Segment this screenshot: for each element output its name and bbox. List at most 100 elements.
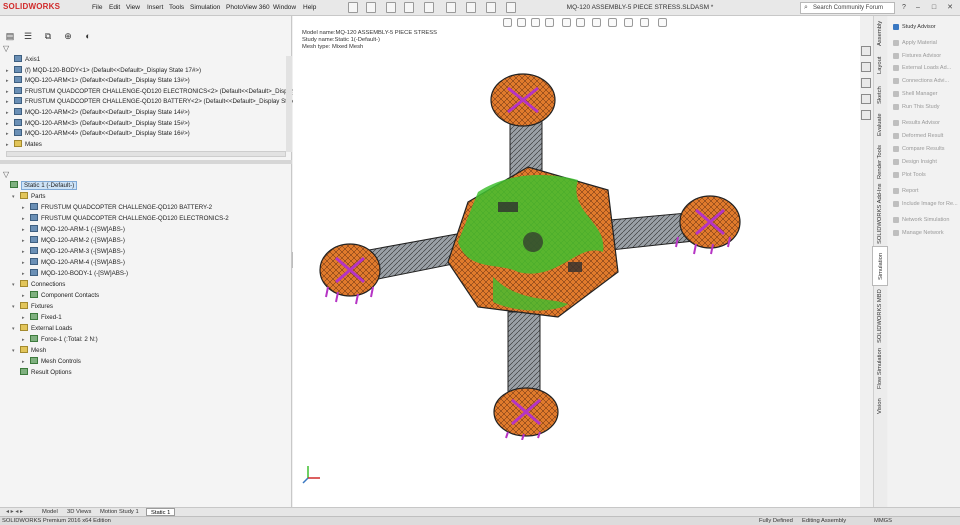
quadcopter-mesh-model[interactable]: [318, 72, 750, 440]
expand-arrow-icon[interactable]: ▸: [22, 203, 30, 213]
display-style-icon[interactable]: [576, 18, 585, 27]
study-tree-item[interactable]: Result Options: [12, 368, 72, 378]
expand-arrow-icon[interactable]: ▾: [12, 346, 20, 356]
zoom-to-area-icon[interactable]: [517, 18, 526, 27]
file-properties-icon[interactable]: [486, 2, 496, 13]
expand-arrow-icon[interactable]: ▸: [6, 108, 14, 118]
study-tree-item[interactable]: ▾ External Loads: [12, 324, 72, 334]
print-icon[interactable]: [404, 2, 414, 13]
menu-photoview-360[interactable]: PhotoView 360: [226, 4, 270, 11]
study-tree-item[interactable]: ▸ FRUSTUM QUADCOPTER CHALLENGE-QD120 BATT…: [22, 203, 212, 213]
feature-tree-item[interactable]: ▸ FRUSTUM QUADCOPTER CHALLENGE-QD120 ELEC…: [6, 86, 301, 97]
feature-tree-item[interactable]: ▸ MQD-120-ARM<3> (Default<<Default>_Displ…: [6, 118, 190, 129]
study-advisor-item[interactable]: Apply Material: [902, 38, 960, 48]
menu-tools[interactable]: Tools: [169, 4, 184, 11]
tab-model[interactable]: Model: [38, 508, 62, 516]
feature-tree-scrollbar[interactable]: [286, 56, 292, 152]
expand-arrow-icon[interactable]: ▸: [6, 87, 14, 97]
study-advisor-item[interactable]: Plot Tools: [902, 170, 960, 180]
dimxpert-tab-icon[interactable]: ⊕: [62, 30, 74, 42]
expand-arrow-icon[interactable]: ▸: [22, 313, 30, 323]
tab-3d-views[interactable]: 3D Views: [63, 508, 95, 516]
feature-tree-item[interactable]: ▸ MQD-120-ARM<1> (Default<<Default>_Displ…: [6, 76, 190, 86]
feature-tree-item[interactable]: ▸ (f) MQD-120-BODY<1> (Default<<Default>_…: [6, 65, 201, 76]
view-palette-icon[interactable]: [861, 94, 871, 104]
expand-arrow-icon[interactable]: ▸: [22, 236, 30, 246]
study-advisor-item[interactable]: Deformed Result: [902, 131, 960, 141]
study-advisor-item[interactable]: Design Insight: [902, 157, 960, 167]
study-tree-item[interactable]: ▸ MQD-120-ARM-3 (-[SW]ABS-): [22, 247, 125, 257]
study-tree-item[interactable]: ▾ Parts: [12, 192, 45, 202]
expand-arrow-icon[interactable]: ▸: [6, 129, 14, 139]
edit-appearance-icon[interactable]: [608, 18, 617, 27]
expand-arrow-icon[interactable]: ▸: [22, 258, 30, 268]
feature-tree-item[interactable]: ▸ MQD-120-ARM<4> (Default<<Default>_Displ…: [6, 129, 190, 139]
menu-simulation[interactable]: Simulation: [190, 4, 220, 11]
study-tree-item[interactable]: ▸ Component Contacts: [22, 291, 99, 301]
expand-arrow-icon[interactable]: ▸: [22, 357, 30, 367]
view-orientation-icon[interactable]: [562, 18, 571, 27]
feature-tree-item[interactable]: ▸ FRUSTUM QUADCOPTER CHALLENGE-QD120 BATT…: [6, 97, 296, 107]
feature-tree-item[interactable]: ▸ MQD-120-ARM<2> (Default<<Default>_Displ…: [6, 108, 190, 118]
study-tree-item[interactable]: ▸ Mesh Controls: [22, 357, 81, 367]
tab-static-1[interactable]: Static 1: [146, 508, 176, 516]
expand-arrow-icon[interactable]: ▸: [6, 119, 14, 129]
study-advisor-item[interactable]: Fixtures Advisor: [902, 51, 960, 61]
help-question-icon[interactable]: ?: [898, 2, 910, 14]
maximize-icon[interactable]: □: [928, 2, 940, 14]
expand-arrow-icon[interactable]: ▸: [22, 247, 30, 257]
options-gear-icon[interactable]: [506, 2, 516, 13]
tab-solidworks-add-ins[interactable]: SOLIDWORKS Add-Ins: [872, 183, 888, 244]
menu-window[interactable]: Window: [273, 4, 296, 11]
expand-arrow-icon[interactable]: ▾: [12, 302, 20, 312]
study-tree-item[interactable]: ▾ Fixtures: [12, 302, 53, 312]
tab-flow-simulation[interactable]: Flow Simulation: [872, 346, 888, 392]
tab-scroll-arrows-icon[interactable]: ◂ ▸ ◂ ▸: [6, 508, 23, 515]
expand-arrow-icon[interactable]: ▾: [12, 280, 20, 290]
save-icon[interactable]: [386, 2, 396, 13]
study-tree-item[interactable]: Static 1 (-Default-): [2, 181, 78, 191]
expand-arrow-icon[interactable]: ▸: [6, 140, 14, 150]
tab-evaluate[interactable]: Evaluate: [872, 110, 888, 140]
study-advisor-item[interactable]: Shell Manager: [902, 89, 960, 99]
study-tree-item[interactable]: ▾ Connections: [12, 280, 65, 290]
study-tree-item[interactable]: ▸ Force-1 (:Total: 2 N:): [22, 335, 98, 345]
appearances-icon[interactable]: [861, 110, 871, 120]
open-folder-icon[interactable]: [366, 2, 376, 13]
apply-scene-icon[interactable]: [624, 18, 633, 27]
feature-manager-tab-icon[interactable]: ▤: [4, 30, 16, 42]
feature-tree-horizontal-scrollbar[interactable]: [6, 151, 286, 157]
zoom-to-fit-icon[interactable]: [503, 18, 512, 27]
study-tree-item[interactable]: ▸ FRUSTUM QUADCOPTER CHALLENGE-QD120 ELEC…: [22, 214, 229, 224]
filter-icon[interactable]: ▽: [3, 170, 9, 179]
units-label[interactable]: MMGS: [874, 517, 892, 525]
select-arrow-icon[interactable]: [446, 2, 456, 13]
expand-arrow-icon[interactable]: ▸: [6, 97, 14, 107]
configuration-manager-tab-icon[interactable]: ⧉: [42, 30, 54, 42]
expand-arrow-icon[interactable]: ▸: [22, 335, 30, 345]
study-advisor-item[interactable]: Compare Results: [902, 144, 960, 154]
tab-layout[interactable]: Layout: [872, 52, 888, 78]
study-advisor-item[interactable]: Network Simulation: [902, 215, 960, 225]
tab-simulation[interactable]: Simulation: [872, 246, 888, 286]
design-library-icon[interactable]: [861, 62, 871, 72]
study-advisor-item[interactable]: External Loads Ad...: [902, 63, 960, 73]
study-advisor-item[interactable]: Study Advisor: [902, 22, 960, 32]
tab-solidworks-mbd[interactable]: SOLIDWORKS MBD: [872, 288, 888, 344]
section-view-icon[interactable]: [545, 18, 554, 27]
feature-tree-item[interactable]: ▸ Mates: [6, 139, 42, 150]
expand-arrow-icon[interactable]: ▸: [22, 269, 30, 279]
study-advisor-item[interactable]: Manage Network: [902, 228, 960, 238]
expand-arrow-icon[interactable]: ▸: [22, 225, 30, 235]
expand-arrow-icon[interactable]: ▾: [12, 324, 20, 334]
expand-arrow-icon[interactable]: ▸: [6, 66, 14, 76]
filter-icon[interactable]: ▽: [3, 44, 9, 53]
previous-view-icon[interactable]: [531, 18, 540, 27]
undo-icon[interactable]: [424, 2, 434, 13]
expand-arrow-icon[interactable]: ▸: [6, 76, 14, 86]
tab-sketch[interactable]: Sketch: [872, 82, 888, 108]
file-explorer-icon[interactable]: [861, 78, 871, 88]
feature-tree-item[interactable]: Axis1: [6, 55, 40, 65]
study-advisor-item[interactable]: Include Image for Re...: [902, 199, 960, 209]
menu-insert[interactable]: Insert: [147, 4, 163, 11]
